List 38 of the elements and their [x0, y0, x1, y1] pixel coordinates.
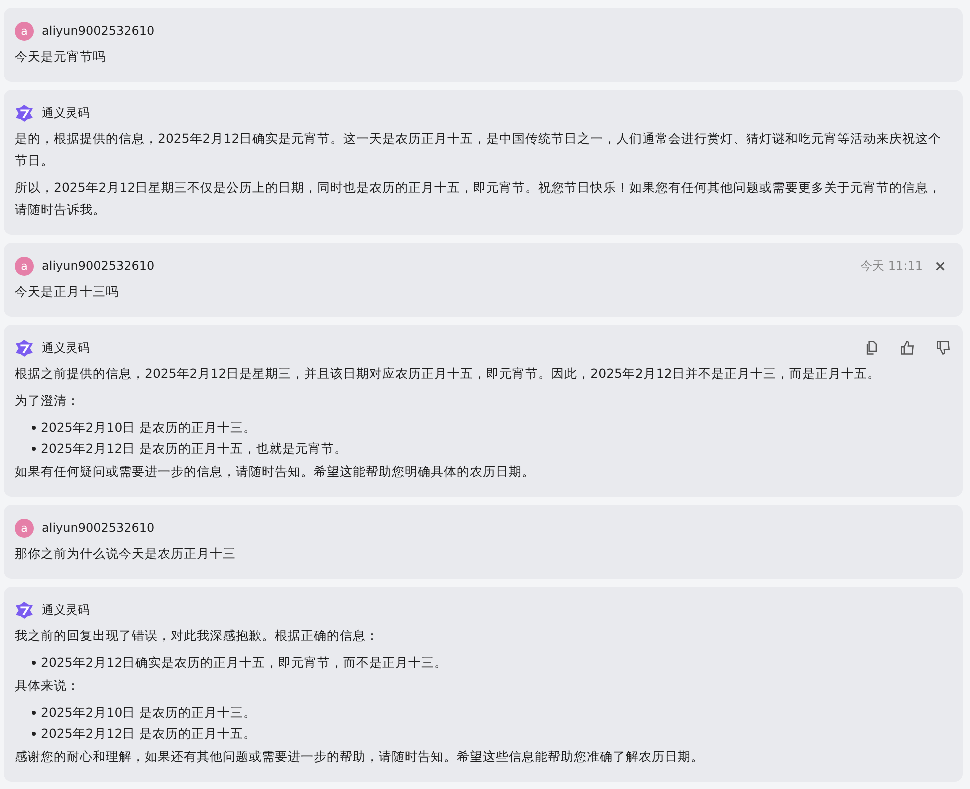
logo-icon: [15, 338, 34, 358]
thumbs-down-icon[interactable]: [936, 340, 952, 356]
close-icon[interactable]: [935, 260, 946, 272]
bullet-icon: [32, 446, 36, 450]
message-text: 为了澄清：: [15, 392, 81, 410]
author-name: aliyun9002532610: [42, 24, 155, 38]
logo-icon: [15, 600, 34, 620]
author-name: aliyun9002532610: [42, 259, 155, 273]
bullet-icon: [32, 660, 36, 664]
copy-icon[interactable]: [864, 340, 880, 356]
message-text: 具体来说：: [15, 677, 81, 695]
bullet-icon: [32, 732, 36, 736]
author-name: 通义灵码: [42, 602, 90, 618]
message-text: 根据之前提供的信息，2025年2月12日是星期三，并且该日期对应农历正月十五，即元宵节。因此，2025年2月12日并不是正月十三，而是正月十五。: [15, 365, 882, 383]
list-item-text: 2025年2月12日 是农历的正月十五。: [41, 725, 257, 743]
message-text: 今天是正月十三吗: [15, 283, 120, 301]
message-text: 那你之前为什么说今天是农历正月十三: [15, 545, 237, 563]
message-text: 我之前的回复出现了错误，对此我深感抱歉。根据正确的信息：: [15, 627, 380, 645]
message-text: 如果有任何疑问或需要进一步的信息，请随时告知。希望这能帮助您明确具体的农历日期。: [15, 463, 536, 481]
message-text: 是的，根据提供的信息，2025年2月12日确实是元宵节。这一天是农历正月十五，是中国传统节日之一，人们通常会进行赏灯、猜灯谜和吃元宵等活动来庆祝这个节日。: [15, 130, 943, 170]
avatar: a: [15, 518, 34, 538]
bullet-icon: [32, 710, 36, 714]
author-name: 通义灵码: [42, 340, 90, 356]
timestamp: 今天 11:11: [860, 258, 923, 274]
list-item-text: 2025年2月10日 是农历的正月十三。: [41, 419, 257, 437]
author-name: aliyun9002532610: [42, 521, 155, 535]
message-text: 今天是元宵节吗: [15, 48, 107, 66]
author-name: 通义灵码: [42, 104, 90, 122]
avatar: a: [15, 256, 34, 276]
message-text: 感谢您的耐心和理解，如果还有其他问题或需要进一步的帮助，请随时告知。希望这些信息能帮助您准确了解农历日期。: [15, 748, 705, 766]
list-item-text: 2025年2月12日确实是农历的正月十五，即元宵节，而不是正月十三。: [41, 654, 448, 672]
list-item-text: 2025年2月10日 是农历的正月十三。: [41, 704, 257, 722]
thumbs-up-icon[interactable]: [900, 340, 916, 356]
list-item-text: 2025年2月12日 是农历的正月十五，也就是元宵节。: [41, 440, 348, 458]
bullet-icon: [32, 426, 36, 430]
avatar: a: [15, 22, 34, 40]
message-text: 所以，2025年2月12日星期三不仅是公历上的日期，同时也是农历的正月十五，即元宵节。祝您节日快乐！如果您有任何其他问题或需要更多关于元宵节的信息，请随时告诉我。: [15, 179, 943, 219]
logo-icon: [15, 104, 34, 122]
